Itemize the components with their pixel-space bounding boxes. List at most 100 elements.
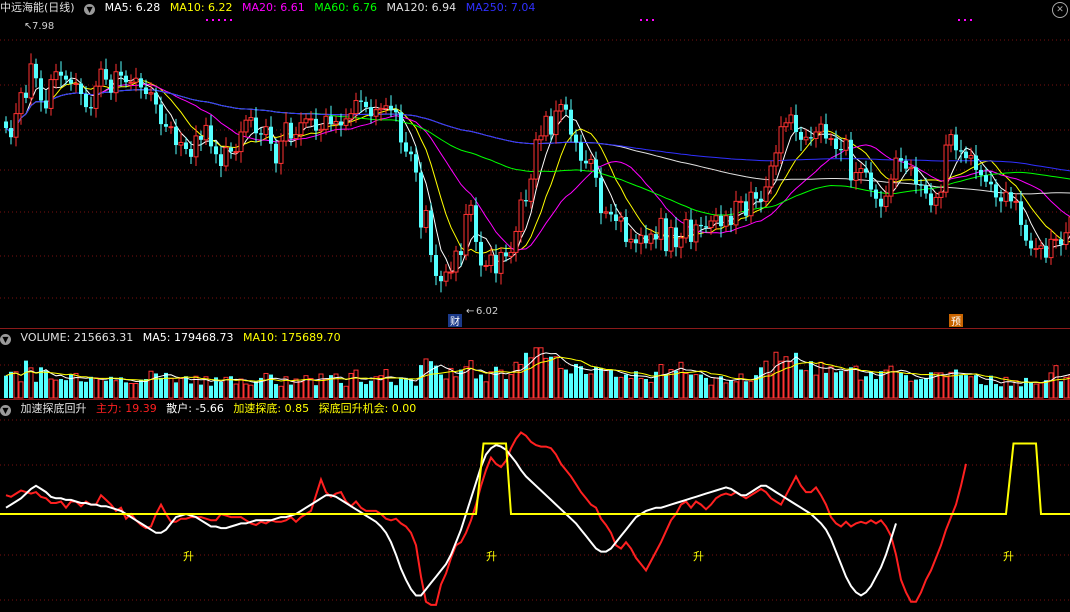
volume-bar <box>704 377 708 398</box>
candle-body <box>748 191 754 217</box>
candle-body <box>674 227 678 248</box>
candle-body <box>984 175 988 182</box>
candle-body <box>588 158 594 164</box>
volume-bar <box>479 374 483 398</box>
volume-bar <box>574 363 578 398</box>
candle-body <box>69 79 73 84</box>
candle-body <box>429 210 433 256</box>
candle-body <box>638 234 644 244</box>
volume-bar <box>904 375 908 398</box>
volume-bar <box>124 382 128 398</box>
badge-yu[interactable]: 预 <box>951 316 961 328</box>
volume-bar <box>164 372 168 398</box>
volume-bar <box>984 385 988 398</box>
candle-body <box>968 155 974 159</box>
volume-bar <box>708 384 714 399</box>
volume-bar <box>773 351 779 399</box>
candle-body <box>159 104 163 125</box>
volume-bar <box>768 373 774 399</box>
candle-body <box>658 217 664 240</box>
candle-body <box>1003 191 1009 202</box>
badge-cai[interactable]: 财 <box>450 315 460 328</box>
candle-body <box>818 123 824 133</box>
candle-body <box>289 122 293 139</box>
candle-body <box>144 87 148 94</box>
candle-body <box>929 193 933 206</box>
signal-dot <box>224 19 226 21</box>
candle-body <box>369 107 373 117</box>
candle-body <box>109 79 113 93</box>
volume-bar <box>624 374 628 398</box>
candle-body <box>704 226 708 228</box>
volume-bar <box>678 361 684 399</box>
candle-body <box>533 139 539 180</box>
volume-bar <box>263 372 269 399</box>
candle-body <box>689 219 693 242</box>
candle-body <box>979 169 983 176</box>
candle-body <box>238 131 244 153</box>
candle-body <box>683 219 689 239</box>
volume-bar <box>778 360 784 399</box>
candle-body <box>364 101 368 108</box>
candle-body <box>133 77 139 83</box>
candle-body <box>423 210 429 229</box>
candle-body <box>394 109 398 113</box>
volume-bar <box>209 385 213 398</box>
volume-bar <box>1029 382 1033 398</box>
volume-bar <box>564 369 568 398</box>
candle-body <box>678 237 684 248</box>
candle-body <box>574 134 578 143</box>
volume-bar <box>609 370 613 398</box>
candle-body <box>513 230 519 253</box>
candle-body <box>609 211 613 215</box>
candle-body <box>414 154 418 173</box>
candle-body <box>584 160 588 164</box>
candle-body <box>524 200 528 202</box>
volume-bar <box>824 372 828 398</box>
volume-bar <box>24 360 28 398</box>
candle-body <box>518 199 524 232</box>
candle-body <box>154 92 158 105</box>
volume-bar <box>864 376 868 398</box>
volume-bar <box>783 356 789 399</box>
candle-body <box>443 271 449 282</box>
candle-body <box>453 250 459 273</box>
candle-body <box>853 172 859 181</box>
volume-bar <box>1038 382 1044 399</box>
volume-bar <box>323 379 329 399</box>
volume-bar <box>834 372 838 398</box>
candle-body <box>849 139 853 181</box>
volume-bar <box>419 365 423 398</box>
volume-bar <box>723 382 729 399</box>
volume-bar <box>1053 365 1059 399</box>
retail-line <box>5 444 897 597</box>
volume-bar <box>414 385 418 398</box>
candle-body <box>528 178 534 202</box>
volume-bar <box>858 379 864 399</box>
volume-bar <box>648 381 654 399</box>
volume-bar <box>423 358 429 399</box>
volume-bar <box>429 361 433 398</box>
volume-bar <box>809 361 813 398</box>
volume-bar <box>343 385 349 399</box>
volume-bar <box>468 360 474 399</box>
candle-body <box>824 124 828 139</box>
volume-bar <box>658 364 664 399</box>
volume-bar <box>748 380 754 399</box>
candle-body <box>834 138 838 149</box>
volume-bar <box>9 371 13 398</box>
signal-dot <box>218 19 220 21</box>
volume-bar <box>588 373 594 399</box>
candle-body <box>89 107 93 109</box>
volume-bar <box>44 370 48 398</box>
candle-body <box>293 134 299 140</box>
candle-body <box>483 264 489 267</box>
candle-body <box>713 215 719 222</box>
volume-bar <box>139 379 143 398</box>
signal-dot <box>230 19 232 21</box>
candle-body <box>48 79 54 109</box>
candle-body <box>628 238 634 243</box>
candle-body <box>864 168 868 173</box>
candle-body <box>738 200 744 203</box>
volume-bar <box>104 380 108 398</box>
